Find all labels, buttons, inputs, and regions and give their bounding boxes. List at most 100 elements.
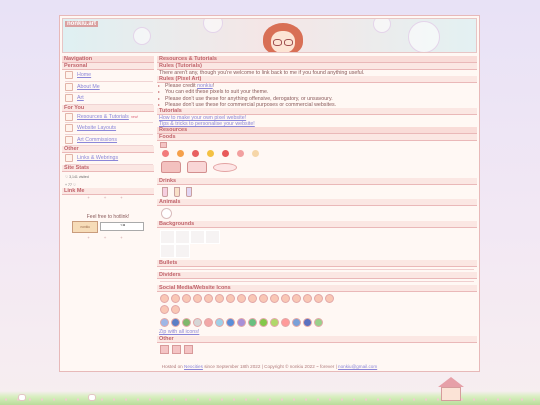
background-swatch[interactable] (160, 230, 175, 245)
bullets-heading: Bullets (157, 260, 477, 268)
background-swatch[interactable] (175, 244, 190, 259)
house-decoration (438, 377, 464, 401)
layout-icon (65, 124, 73, 133)
dividers-heading: Dividers (157, 272, 477, 280)
other-icon (160, 344, 169, 354)
header-banner: nonkiu.art (62, 18, 477, 53)
social-icon[interactable] (160, 318, 169, 328)
background-swatch[interactable] (160, 244, 175, 259)
social-icon[interactable] (303, 294, 312, 304)
host-link[interactable]: Neocities (184, 364, 203, 369)
animals-heading: Animals (157, 199, 477, 207)
tutorial-link[interactable]: How to make your own pixel website! (159, 115, 246, 121)
social-icon[interactable] (259, 294, 268, 304)
social-icon[interactable] (314, 294, 323, 304)
social-icon[interactable] (281, 318, 290, 328)
social-icon[interactable] (171, 305, 180, 315)
social-icon[interactable] (248, 294, 257, 304)
social-icon[interactable] (182, 318, 191, 328)
egg-icon (160, 142, 167, 149)
social-icon[interactable] (314, 318, 323, 328)
social-icon[interactable] (237, 294, 246, 304)
sidebar-item-layouts[interactable]: Website Layouts (65, 123, 153, 135)
social-icon[interactable] (270, 318, 279, 328)
social-icon[interactable] (204, 318, 213, 328)
sidebar-link-about[interactable]: About Me (77, 84, 100, 90)
rules-tutorials-heading: Rules (Tutorials) (157, 63, 477, 70)
social-icon[interactable] (204, 294, 213, 304)
sidebar-link-art[interactable]: Art (77, 95, 84, 101)
cake-icon (161, 161, 181, 174)
social-icon[interactable] (292, 318, 301, 328)
bookmark-icon (65, 112, 73, 121)
other-heading: Other (62, 146, 154, 153)
sidebar-item-home[interactable]: Home (65, 70, 153, 82)
link-code-field[interactable]: <a (99, 222, 144, 231)
star-icon (65, 154, 73, 163)
social-icon[interactable] (281, 294, 290, 304)
sparkle-divider: ✦ ✦ ✦ (86, 194, 130, 200)
resources-heading: Resources (157, 127, 477, 135)
social-icon[interactable] (259, 318, 268, 328)
sidebar-link-home[interactable]: Home (77, 72, 91, 78)
drink-icon (162, 187, 168, 198)
mascot-illustration (253, 21, 313, 52)
social-icons-row (157, 316, 343, 329)
sidebar-item-links[interactable]: Links & Webrings (65, 153, 153, 165)
credit-link[interactable]: nonkiu (197, 83, 213, 89)
social-icon[interactable] (215, 294, 224, 304)
social-icon[interactable] (270, 294, 279, 304)
social-icon[interactable] (226, 318, 235, 328)
bunny-decoration (88, 394, 96, 401)
social-heading: Social Media/Website Icons (157, 285, 477, 293)
social-icon[interactable] (160, 294, 169, 304)
house-icon (65, 71, 73, 80)
sidebar: Navigation Personal Home About Me Art Fo… (62, 56, 154, 240)
background-swatch[interactable] (175, 230, 190, 245)
social-icon[interactable] (303, 318, 312, 328)
food-icon (192, 150, 199, 158)
sidebar-item-resources[interactable]: Resources & Tutorials new! (65, 112, 153, 123)
sidebar-item-art[interactable]: Art (65, 93, 153, 105)
food-icon (222, 150, 229, 158)
social-icon[interactable] (325, 294, 334, 304)
tutorial-link[interactable]: Tips & tricks to personalise your websit… (159, 121, 255, 127)
social-icon[interactable] (248, 318, 257, 328)
rules-pixel-heading: Rules (Pixel Art) (157, 76, 477, 84)
social-icon[interactable] (160, 305, 169, 315)
sidebar-link-links[interactable]: Links & Webrings (77, 155, 118, 161)
background-swatch[interactable] (190, 230, 205, 245)
drink-icon (186, 187, 192, 198)
sidebar-link-resources[interactable]: Resources & Tutorials (77, 114, 129, 120)
bullet-row (160, 269, 474, 271)
social-icon[interactable] (292, 294, 301, 304)
social-icon[interactable] (182, 294, 191, 304)
bunny-decoration (18, 394, 26, 401)
sidebar-item-about[interactable]: About Me (65, 82, 153, 93)
cake-icon (187, 161, 207, 174)
social-icon[interactable] (215, 318, 224, 328)
social-icon[interactable] (171, 294, 180, 304)
animal-icon (161, 208, 172, 220)
site-title[interactable]: nonkiu.art (65, 21, 99, 27)
zip-icons-link[interactable]: Zip with all icons! (159, 329, 199, 335)
background-swatch[interactable] (205, 230, 220, 245)
other-section-heading: Other (157, 335, 477, 343)
link-button-image[interactable]: nonkiu (72, 220, 99, 233)
social-icon[interactable] (226, 294, 235, 304)
bubble-decoration (133, 27, 151, 45)
backgrounds-heading: Backgrounds (157, 221, 477, 229)
sidebar-link-layouts[interactable]: Website Layouts (77, 125, 116, 131)
sidebar-item-commissions[interactable]: Art Commissions (65, 135, 153, 146)
social-icon[interactable] (237, 318, 246, 328)
social-icon[interactable] (193, 318, 202, 328)
footer: Hosted on Neocities since September 18th… (161, 364, 378, 369)
email-link[interactable]: nonkiu@gmail.com (338, 364, 377, 369)
navigation-heading: Navigation (62, 56, 154, 63)
sidebar-link-commissions[interactable]: Art Commissions (77, 137, 117, 143)
bubble-decoration (203, 19, 223, 33)
personal-heading: Personal (62, 63, 154, 70)
social-icon[interactable] (193, 294, 202, 304)
social-icon[interactable] (171, 318, 180, 328)
background-swatches (157, 228, 223, 260)
